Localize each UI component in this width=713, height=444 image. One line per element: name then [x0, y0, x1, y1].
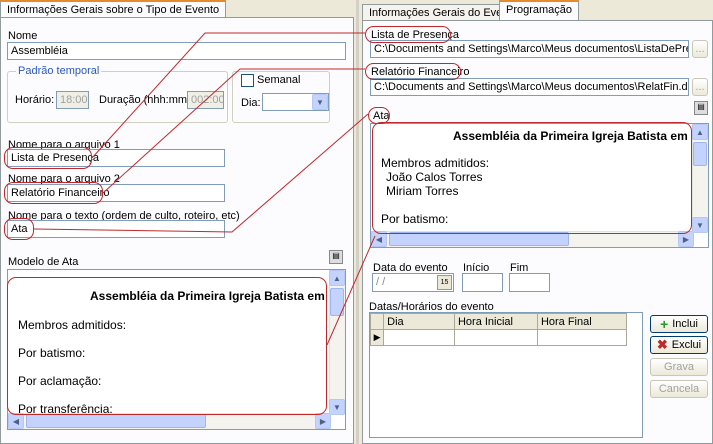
annotation-lines [33, 32, 376, 346]
connector-line-2 [102, 68, 365, 194]
connector-line-3 [33, 113, 369, 233]
connector-line-4 [326, 235, 376, 346]
connector-line-1 [91, 32, 365, 159]
